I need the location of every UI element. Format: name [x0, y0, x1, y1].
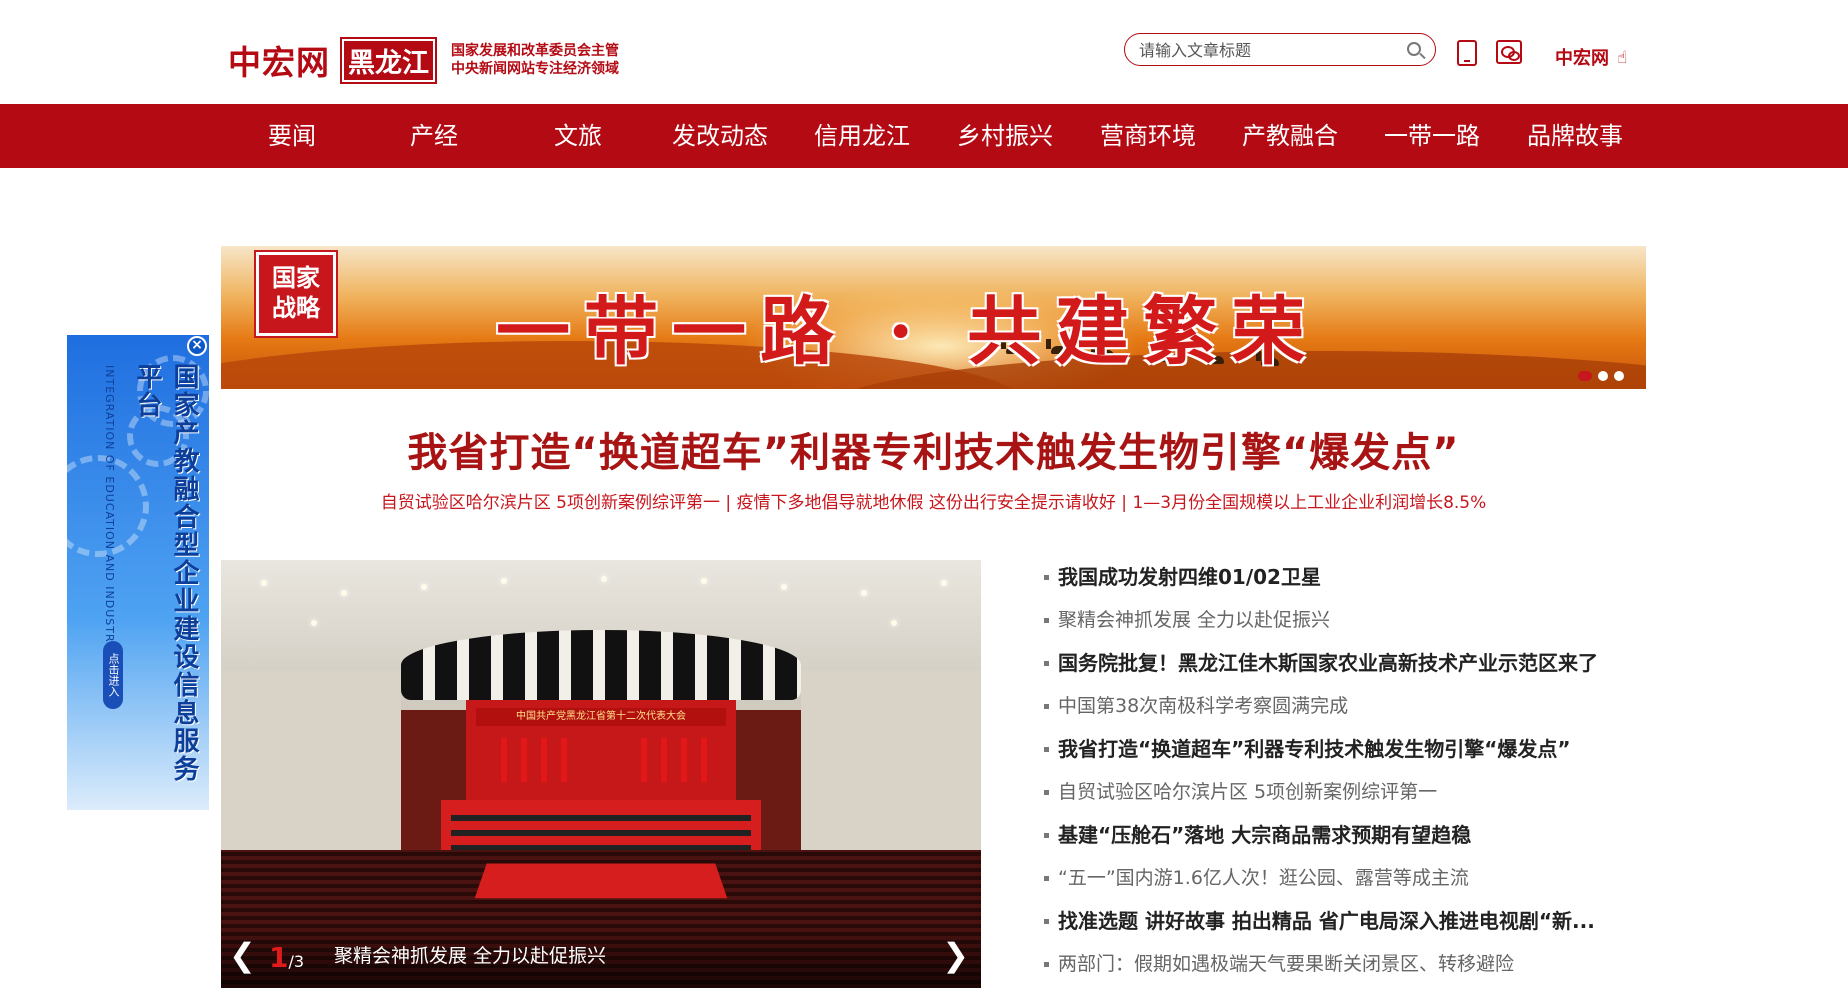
floating-side-ad[interactable]: 国家产教融合型企业建设信息服务平台 INTEGRATION OF EDUCATI…	[67, 335, 209, 810]
ceiling-light	[941, 580, 947, 586]
nav-item-xinyong[interactable]: 信用龙江	[814, 122, 910, 150]
ceiling-light	[891, 620, 897, 626]
logo-tagline-line1: 国家发展和改革委员会主管	[451, 43, 619, 59]
nav-item-yidaiyilu[interactable]: 一带一路	[1384, 122, 1480, 150]
close-icon[interactable]: ×	[187, 336, 207, 356]
flag	[501, 738, 507, 782]
subhead-separator: |	[1115, 493, 1133, 513]
stage-seats	[451, 830, 751, 836]
news-list: 我国成功发射四维01/02卫星 聚精会神抓发展 全力以赴促振兴 国务院批复！黑龙…	[1044, 565, 1644, 995]
banner-dot-2[interactable]	[1598, 371, 1608, 381]
ad-title: 国家产教融合型企业建设信息服务平台	[132, 363, 199, 783]
news-item[interactable]: 我国成功发射四维01/02卫星	[1044, 565, 1644, 608]
search-icon[interactable]	[1407, 42, 1421, 56]
ceiling-light	[701, 578, 707, 584]
top-banner[interactable]: 国家 战略 一带一路 · 共建繁荣	[221, 246, 1646, 389]
ceiling-light	[601, 576, 607, 582]
site-header: 中宏网 黑龙江 国家发展和改革委员会主管 中央新闻网站专注经济领域 中宏网 ☝	[0, 0, 1848, 104]
subhead-link[interactable]: 自贸试验区哈尔滨片区 5项创新案例综评第一	[381, 493, 720, 513]
news-item[interactable]: “五一”国内游1.6亿人次！逛公园、露营等成主流	[1044, 866, 1644, 909]
seal-line1: 国家	[272, 263, 320, 292]
chevron-left-icon[interactable]: ❮	[229, 936, 256, 974]
news-item[interactable]: 国务院批复！黑龙江佳木斯国家农业高新技术产业示范区来了	[1044, 651, 1644, 694]
logo-tagline-line2: 中央新闻网站专注经济领域	[451, 61, 619, 77]
flag	[541, 738, 547, 782]
headline-title[interactable]: 我省打造“换道超车”利器专利技术触发生物引擎“爆发点”	[221, 420, 1646, 478]
news-item[interactable]: 两部门：假期如遇极端天气要果断关闭景区、转移避险	[1044, 952, 1644, 995]
nav-item-fagai[interactable]: 发改动态	[672, 122, 768, 150]
news-item[interactable]: 自贸试验区哈尔滨片区 5项创新案例综评第一	[1044, 780, 1644, 823]
slide-counter: 1/3	[269, 941, 304, 974]
flag	[561, 738, 567, 782]
ceiling-light	[421, 584, 427, 590]
national-strategy-seal: 国家 战略	[256, 252, 336, 336]
slide-current: 1	[269, 941, 289, 974]
news-item[interactable]: 我省打造“换道超车”利器专利技术触发生物引擎“爆发点”	[1044, 737, 1644, 780]
hand-pointer-icon: ☝	[1617, 48, 1628, 68]
news-item[interactable]: 找准选题 讲好故事 拍出精品 省广电局深入推进电视剧“新...	[1044, 909, 1644, 952]
ceiling-light	[781, 584, 787, 590]
ceiling-light	[311, 620, 317, 626]
nav-item-chanjiao[interactable]: 产教融合	[1242, 122, 1338, 150]
news-item[interactable]: 聚精会神抓发展 全力以赴促振兴	[1044, 608, 1644, 651]
subhead-separator: |	[719, 493, 737, 513]
nav-item-pinpai[interactable]: 品牌故事	[1527, 122, 1623, 150]
headline-subheads: 自贸试验区哈尔滨片区 5项创新案例综评第一 | 疫情下多地倡导就地休假 这份出行…	[221, 488, 1646, 513]
nav-item-chanjing[interactable]: 产经	[410, 122, 458, 150]
flag	[521, 738, 527, 782]
logo-tagline: 国家发展和改革委员会主管 中央新闻网站专注经济领域	[451, 42, 619, 78]
flag	[681, 738, 687, 782]
ad-enter-button[interactable]: 点击进入	[103, 641, 123, 709]
subhead-link[interactable]: 1—3月份全国规模以上工业企业利润增长8.5%	[1132, 493, 1486, 513]
flag	[661, 738, 667, 782]
ad-subtitle: INTEGRATION OF EDUCATION AND INDUSTRY	[103, 365, 116, 650]
logo-region: 黑龙江	[340, 36, 437, 84]
stage-banner: 中国共产党黑龙江省第十二次代表大会	[476, 708, 726, 726]
ceiling-light	[261, 580, 267, 586]
flag	[701, 738, 707, 782]
subhead-link[interactable]: 疫情下多地倡导就地休假 这份出行安全提示请收好	[737, 493, 1116, 513]
hall-ring	[401, 630, 801, 700]
ceiling-light	[501, 578, 507, 584]
wechat-icon[interactable]	[1496, 40, 1522, 64]
ceiling-light	[861, 590, 867, 596]
search-box	[1124, 33, 1436, 66]
banner-pagination	[1578, 371, 1624, 381]
photo-slider[interactable]: 中国共产党黑龙江省第十二次代表大会 ❮ 1/3 聚精会神抓发展 全力以赴促振兴 …	[221, 560, 981, 988]
red-carpet	[474, 863, 728, 899]
seal-line2: 战略	[272, 293, 320, 322]
nav-item-yaowen[interactable]: 要闻	[268, 122, 316, 150]
slider-caption-bar: ❮ 1/3 聚精会神抓发展 全力以赴促振兴 ❯	[221, 926, 981, 988]
banner-dot-3[interactable]	[1614, 371, 1624, 381]
logo-text: 中宏网	[228, 43, 330, 82]
banner-dot-1[interactable]	[1578, 371, 1592, 381]
banner-title: 一带一路 · 共建繁荣	[496, 289, 1320, 375]
chevron-right-icon[interactable]: ❯	[942, 936, 969, 974]
flag	[641, 738, 647, 782]
news-item[interactable]: 基建“压舱石”落地 大宗商品需求预期有望趋稳	[1044, 823, 1644, 866]
slide-caption[interactable]: 聚精会神抓发展 全力以赴促振兴	[334, 941, 606, 968]
phone-icon[interactable]	[1457, 40, 1477, 66]
ceiling-light	[341, 590, 347, 596]
nav-item-xiangcun[interactable]: 乡村振兴	[957, 122, 1053, 150]
zhonghong-link[interactable]: 中宏网	[1555, 44, 1609, 70]
site-logo[interactable]: 中宏网 黑龙江 国家发展和改革委员会主管 中央新闻网站专注经济领域	[228, 36, 619, 84]
main-nav: 要闻 产经 文旅 发改动态 信用龙江 乡村振兴 营商环境 产教融合 一带一路 品…	[0, 104, 1848, 168]
slide-total: /3	[288, 952, 305, 971]
nav-item-wenlv[interactable]: 文旅	[554, 122, 602, 150]
stage-seats	[451, 815, 751, 821]
search-input[interactable]	[1137, 39, 1391, 62]
nav-item-yingshang[interactable]: 营商环境	[1100, 122, 1196, 150]
news-item[interactable]: 中国第38次南极科学考察圆满完成	[1044, 694, 1644, 737]
